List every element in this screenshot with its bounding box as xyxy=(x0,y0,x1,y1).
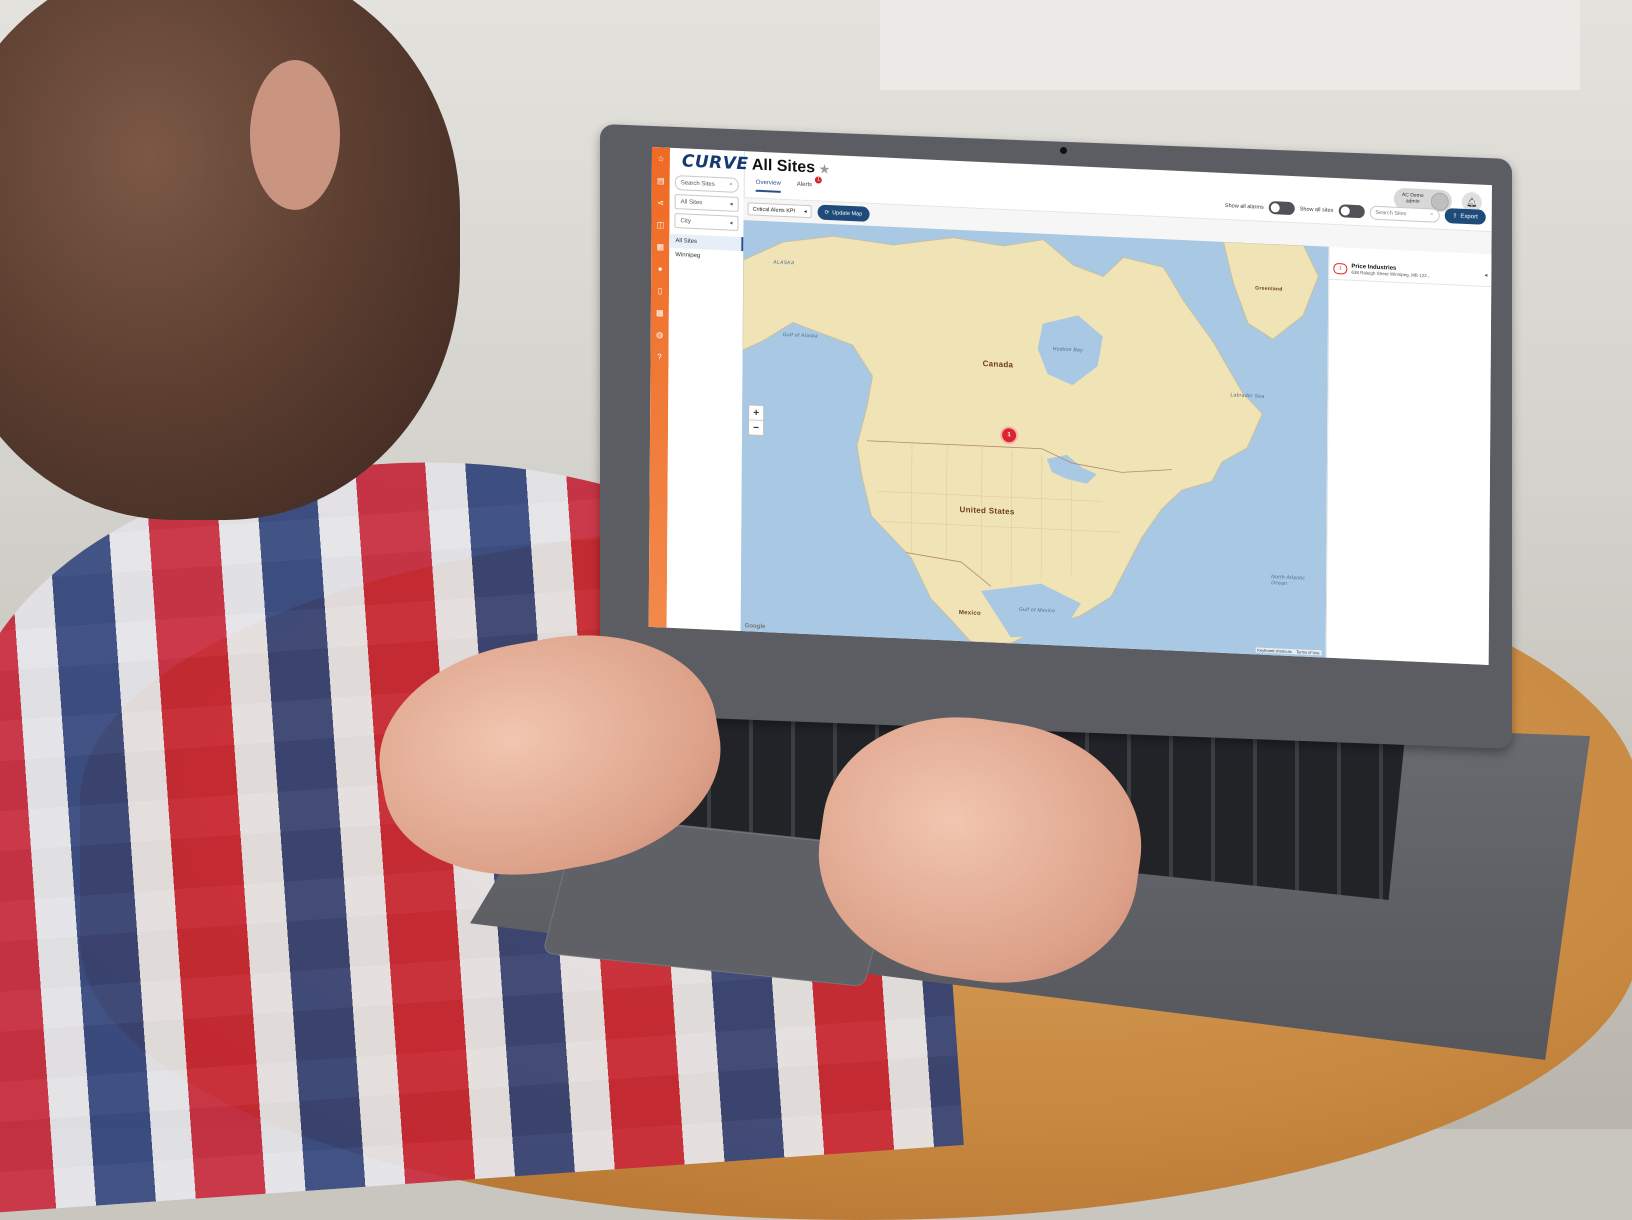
sidebar-search-placeholder: Search Sites xyxy=(680,179,715,188)
caret-down-icon: ◂ xyxy=(803,208,807,215)
map-label-mexico: Mexico xyxy=(958,609,982,617)
map-basemap xyxy=(742,235,1319,644)
tab-alerts-label: Alerts xyxy=(796,181,813,189)
sites-icon[interactable]: ▤ xyxy=(652,169,670,192)
document-icon[interactable]: ▯ xyxy=(651,279,669,302)
user-info: AC Demo admin xyxy=(1402,192,1424,205)
upload-icon: ⇪ xyxy=(1452,213,1458,220)
group-select-value: City xyxy=(680,217,691,225)
site-search-input[interactable]: Search Sites ⌕ xyxy=(1369,205,1440,223)
page-title: All Sites ★ xyxy=(752,157,830,179)
update-map-button[interactable]: ⟳ Update Map xyxy=(817,204,870,222)
calendar-icon[interactable]: ▦ xyxy=(651,235,669,258)
sidebar-search-input[interactable]: Search Sites ⌕ xyxy=(674,175,739,193)
export-label: Export xyxy=(1460,213,1478,220)
update-map-label: Update Map xyxy=(832,209,863,218)
export-button[interactable]: ⇪ Export xyxy=(1444,207,1486,225)
map-label-north-atlantic: North Atlantic Ocean xyxy=(1271,574,1306,587)
site-list-panel: 1 Price Industries 638 Raleigh Street Wi… xyxy=(1325,246,1492,665)
caret-down-icon: ◂ xyxy=(729,220,733,227)
share-icon[interactable]: ⋖ xyxy=(652,191,670,214)
app-screen: ☆ ▤ ⋖ ◫ ▦ ● ▯ ▩ ◍ ? CURVE Search Sites ⌕… xyxy=(648,147,1492,665)
photo-person-head xyxy=(0,0,460,520)
refresh-icon: ⟳ xyxy=(824,209,830,216)
scope-select-value: All Sites xyxy=(680,198,703,206)
curve-logo: CURVE xyxy=(681,151,749,175)
list-item[interactable]: 1 Price Industries 638 Raleigh Street Wi… xyxy=(1329,256,1492,288)
show-all-alarms-toggle[interactable] xyxy=(1268,201,1295,216)
photo-window xyxy=(880,0,1580,90)
photo-person-ear xyxy=(250,60,340,210)
page-title-text: All Sites xyxy=(751,156,816,177)
settings-icon[interactable]: ◍ xyxy=(651,323,669,346)
map-zoom-control: + − xyxy=(748,404,765,437)
favorite-star-icon[interactable]: ★ xyxy=(819,164,829,176)
show-all-alarms-label: Show all alarms xyxy=(1224,202,1264,211)
page-tabs: Overview Alerts 1 xyxy=(755,176,823,195)
reports-icon[interactable]: ◫ xyxy=(651,213,669,236)
tab-alerts[interactable]: Alerts 1 xyxy=(796,176,823,195)
kpi-select[interactable]: Critical Alerts KPI ◂ xyxy=(747,202,812,219)
alerts-count-badge: 1 xyxy=(815,176,823,184)
site-alert-badge: 1 xyxy=(1333,262,1348,275)
tab-overview[interactable]: Overview xyxy=(755,179,781,193)
show-all-sites-label: Show all sites xyxy=(1299,205,1334,214)
search-icon: ⌕ xyxy=(1430,211,1434,218)
zoom-in-button[interactable]: + xyxy=(749,405,763,420)
caret-down-icon: ◂ xyxy=(729,201,733,208)
show-all-sites-toggle[interactable] xyxy=(1338,204,1365,219)
map-label-greenland: Greenland xyxy=(1255,285,1283,293)
kpi-select-value: Critical Alerts KPI xyxy=(752,206,796,214)
site-search-placeholder: Search Sites xyxy=(1375,209,1407,217)
site-tree: All Sites Winnipeg xyxy=(669,233,744,265)
group-select[interactable]: City ◂ xyxy=(674,213,739,231)
map-label-alaska: ALASKA xyxy=(773,259,795,267)
webcam xyxy=(1060,147,1067,154)
site-info: Price Industries 638 Raleigh Street Winn… xyxy=(1351,263,1430,278)
map-label-canada: Canada xyxy=(982,359,1014,370)
alerts-icon[interactable]: ● xyxy=(651,257,669,280)
grid-icon[interactable]: ▩ xyxy=(651,301,669,324)
map-provider-logo: Google xyxy=(744,623,766,631)
favorites-star-icon[interactable]: ☆ xyxy=(652,147,670,170)
chevron-left-icon[interactable]: ◂ xyxy=(1484,271,1487,278)
search-icon: ⌕ xyxy=(729,181,733,188)
user-role: admin xyxy=(1405,198,1420,205)
site-panel: CURVE Search Sites ⌕ All Sites ◂ City ◂ … xyxy=(666,147,749,632)
sites-map[interactable]: ALASKA Gulf of Alaska Hudson Bay Canada … xyxy=(740,220,1329,658)
zoom-out-button[interactable]: − xyxy=(749,419,764,436)
terms-link[interactable]: Terms of Use xyxy=(1296,649,1320,655)
help-icon[interactable]: ? xyxy=(650,345,668,368)
scope-select[interactable]: All Sites ◂ xyxy=(674,194,739,212)
site-marker[interactable]: 1 xyxy=(1000,425,1019,445)
sidebar-item-winnipeg[interactable]: Winnipeg xyxy=(669,248,743,265)
